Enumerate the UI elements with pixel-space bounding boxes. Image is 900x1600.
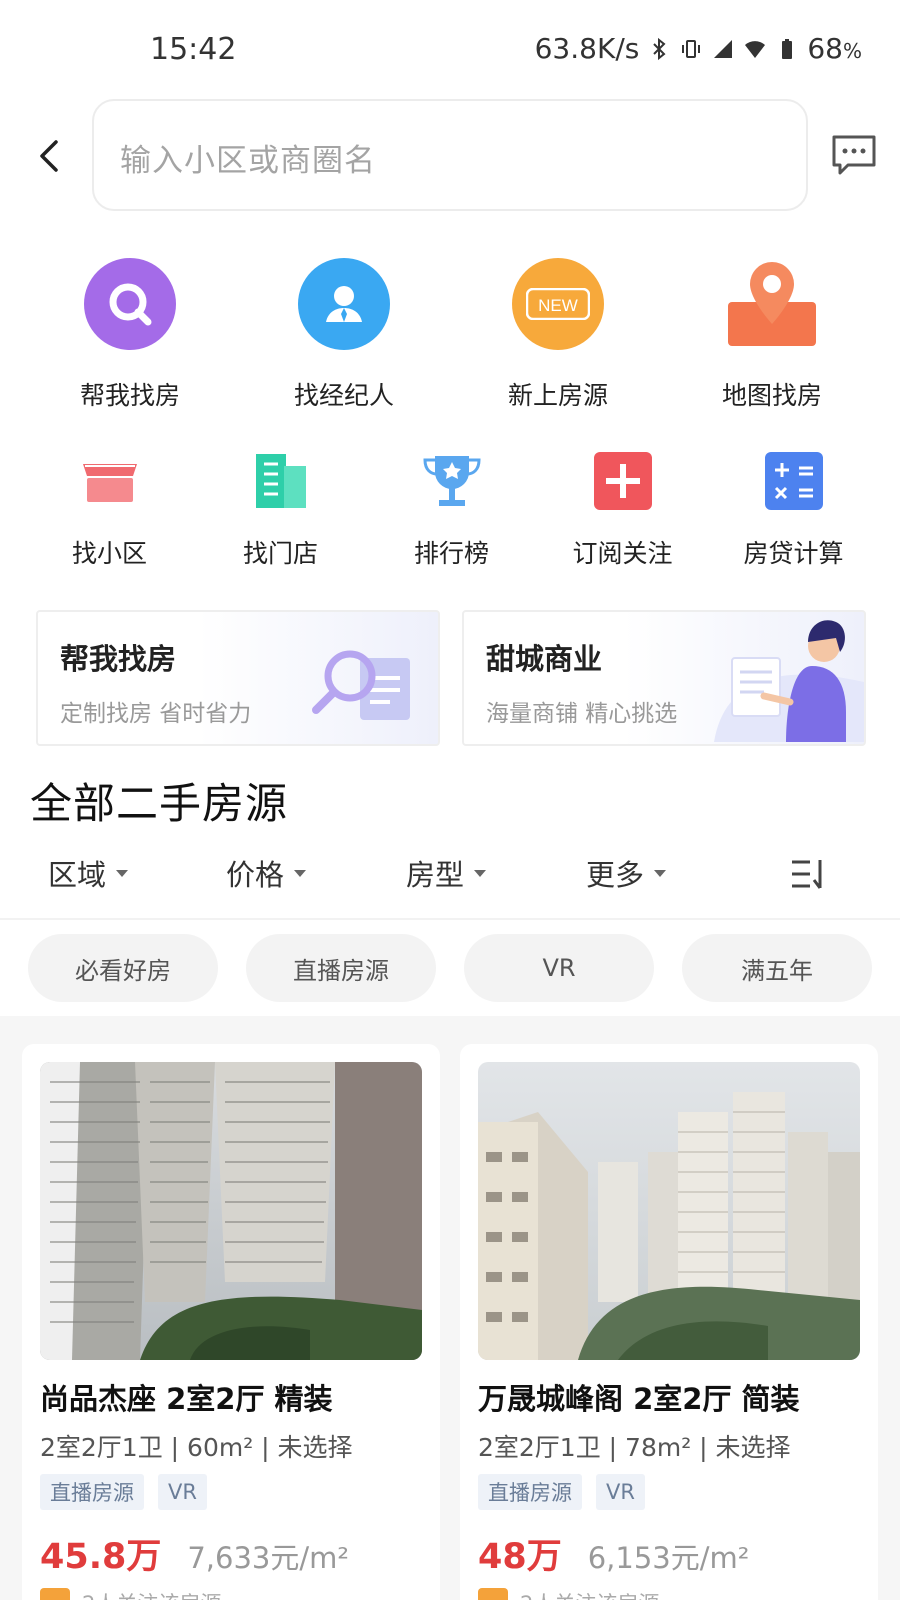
sort-icon[interactable] (788, 856, 828, 892)
entry-label: 找经纪人 (293, 381, 394, 410)
map-pin-icon (726, 258, 818, 350)
tool-label: 房贷计算 (743, 539, 844, 568)
promo-title: 帮我找房 (60, 642, 177, 676)
promo-help-find-house[interactable]: 帮我找房 定制找房 省时省力 (36, 610, 440, 746)
price-unit: 7,633元/m² (187, 1541, 350, 1575)
section-title: 全部二手房源 (30, 779, 289, 828)
svg-text:NEW: NEW (538, 296, 578, 315)
tool-mortgage-calculator[interactable]: 房贷计算 (708, 450, 879, 570)
chip-five-years[interactable]: 满五年 (682, 934, 872, 1002)
filter-label: 区域 (48, 858, 107, 892)
promo-subtitle: 定制找房 省时省力 (60, 701, 252, 727)
magnifier-document-icon (312, 650, 410, 720)
price-total: 45.8万 (40, 1537, 162, 1577)
search-input[interactable]: 输入小区或商圈名 (92, 99, 808, 211)
chevron-down-icon (294, 869, 307, 877)
divider (0, 918, 900, 920)
entry-label: 帮我找房 (79, 381, 180, 410)
building-icon (250, 450, 312, 512)
filter-price[interactable]: 价格 (226, 852, 307, 894)
network-speed: 63.8K/s (534, 32, 640, 65)
follow-text: 2人关注该房源 (82, 1588, 221, 1600)
status-indicators: 63.8K/s 68% (535, 32, 862, 65)
battery-level: 68% (807, 32, 862, 65)
tag-live: 直播房源 (478, 1474, 582, 1510)
filter-label: 房型 (406, 858, 465, 892)
tool-label: 订阅关注 (572, 539, 673, 568)
search-placeholder: 输入小区或商圈名 (120, 143, 376, 179)
listing-tags: 直播房源 VR (478, 1474, 645, 1510)
new-badge-icon: NEW (512, 258, 604, 350)
tag-vr: VR (158, 1474, 207, 1510)
entry-map-search[interactable]: 地图找房 (665, 258, 879, 412)
follow-badge-icon (478, 1588, 508, 1600)
plus-icon (592, 450, 654, 512)
promo-subtitle: 海量商铺 精心挑选 (486, 701, 678, 727)
search-icon (84, 258, 176, 350)
listing-price: 48万 6,153元/m² (478, 1528, 749, 1579)
filter-label: 更多 (586, 858, 645, 892)
listing-card[interactable]: 万晟城峰阁 2室2厅 简装 2室2厅1卫 | 78m² | 未选择 直播房源 V… (460, 1044, 878, 1600)
listing-follow: 2人关注该房源 (40, 1588, 221, 1600)
tag-live: 直播房源 (40, 1474, 144, 1510)
listing-meta: 2室2厅1卫 | 60m² | 未选择 (40, 1433, 353, 1462)
message-icon[interactable] (830, 133, 878, 177)
chevron-down-icon (474, 869, 487, 877)
battery-icon (782, 38, 793, 59)
bluetooth-icon (653, 37, 666, 60)
tool-label: 排行榜 (413, 539, 489, 568)
entry-label: 地图找房 (721, 381, 822, 410)
chip-vr[interactable]: VR (464, 934, 654, 1002)
status-time: 15:42 (150, 32, 237, 67)
entry-find-agent[interactable]: 找经纪人 (237, 258, 451, 412)
listing-photo (478, 1062, 860, 1360)
listing-title: 万晟城峰阁 2室2厅 简装 (478, 1382, 800, 1416)
person-illustration (714, 620, 864, 742)
filter-bar: 区域 价格 房型 更多 (0, 850, 900, 910)
tool-find-community[interactable]: 找小区 (24, 450, 195, 570)
vibrate-icon (682, 39, 701, 58)
trophy-icon (421, 450, 483, 512)
listing-price: 45.8万 7,633元/m² (40, 1528, 349, 1579)
listing-meta: 2室2厅1卫 | 78m² | 未选择 (478, 1433, 791, 1462)
calculator-icon (763, 450, 825, 512)
tool-ranking[interactable]: 排行榜 (366, 450, 537, 570)
entry-new-listings[interactable]: NEW 新上房源 (451, 258, 665, 412)
entry-label: 新上房源 (507, 381, 608, 410)
filter-area[interactable]: 区域 (48, 852, 129, 894)
chevron-down-icon (116, 869, 129, 877)
follow-text: 2人关注该房源 (520, 1588, 659, 1600)
promo-title: 甜城商业 (486, 642, 603, 676)
back-icon[interactable] (30, 136, 70, 176)
store-icon (79, 450, 141, 512)
listing-photo (40, 1062, 422, 1360)
chip-must-see[interactable]: 必看好房 (28, 934, 218, 1002)
agent-icon (298, 258, 390, 350)
filter-layout[interactable]: 房型 (406, 852, 487, 894)
price-unit: 6,153元/m² (587, 1541, 750, 1575)
wifi-icon (745, 40, 766, 58)
listing-title: 尚品杰座 2室2厅 精装 (40, 1382, 333, 1416)
listing-card[interactable]: 尚品杰座 2室2厅 精装 2室2厅1卫 | 60m² | 未选择 直播房源 VR… (22, 1044, 440, 1600)
chevron-down-icon (654, 869, 667, 877)
tag-vr: VR (596, 1474, 645, 1510)
quick-filter-chips: 必看好房 直播房源 VR 满五年 (28, 934, 872, 1002)
tools-grid: 找小区 找门店 排行榜 订阅关注 房贷计算 (0, 450, 900, 570)
tool-label: 找小区 (71, 539, 147, 568)
tool-subscribe[interactable]: 订阅关注 (537, 450, 708, 570)
follow-badge-icon (40, 1588, 70, 1600)
listing-follow: 2人关注该房源 (478, 1588, 659, 1600)
filter-label: 价格 (226, 858, 285, 892)
promo-commercial[interactable]: 甜城商业 海量商铺 精心挑选 (462, 610, 866, 746)
filter-more[interactable]: 更多 (586, 852, 667, 894)
signal-icon (714, 39, 733, 58)
tool-label: 找门店 (242, 539, 318, 568)
tool-find-store[interactable]: 找门店 (195, 450, 366, 570)
listing-tags: 直播房源 VR (40, 1474, 207, 1510)
quick-entry-grid: 帮我找房 找经纪人 NEW 新上房源 地图找房 (0, 258, 900, 412)
entry-help-find-house[interactable]: 帮我找房 (23, 258, 237, 412)
chip-live[interactable]: 直播房源 (246, 934, 436, 1002)
price-total: 48万 (478, 1537, 562, 1577)
status-bar: 15:42 63.8K/s 68% (0, 0, 900, 96)
